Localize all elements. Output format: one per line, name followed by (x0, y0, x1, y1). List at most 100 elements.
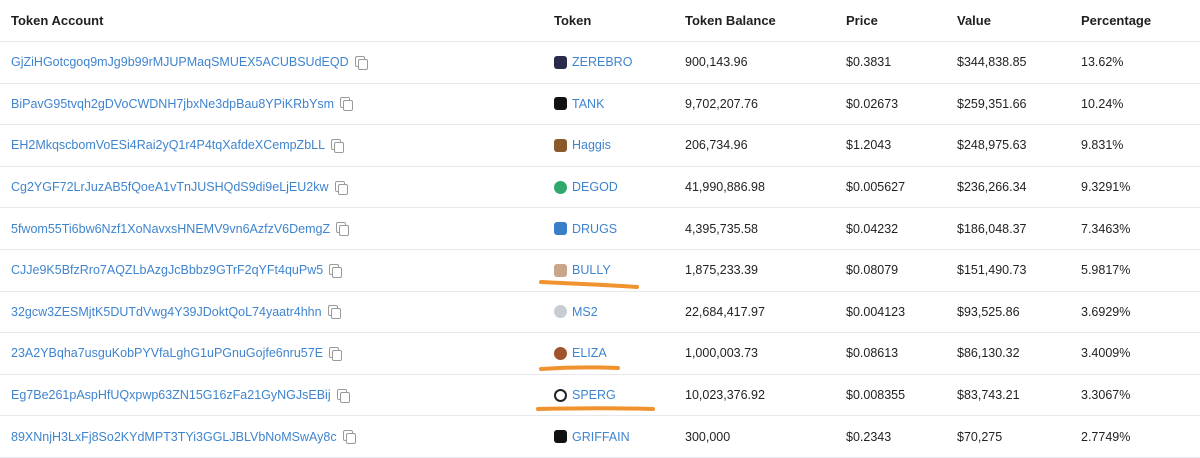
table-body: GjZiHGotcgoq9mJg9b99rMJUPMaqSMUEX5ACUBSU… (0, 42, 1200, 458)
copy-icon[interactable] (354, 55, 368, 70)
token-account-link[interactable]: BiPavG95tvqh2gDVoCWDNH7jbxNe3dpBau8YPiKR… (11, 97, 334, 111)
usd-value: $186,048.37 (957, 221, 1027, 236)
usd-value: $86,130.32 (957, 346, 1020, 361)
drugs-icon (554, 222, 567, 236)
price-value: $0.08079 (846, 263, 899, 278)
usd-value: $259,351.66 (957, 96, 1027, 111)
percentage-value: 3.4009% (1081, 346, 1131, 361)
bully-icon (554, 263, 567, 277)
token-balance: 10,023,376.92 (685, 388, 765, 403)
price-value: $0.02673 (846, 96, 899, 111)
copy-icon[interactable] (340, 97, 354, 112)
percentage-value: 13.62% (1081, 55, 1124, 70)
ms2-icon (554, 305, 567, 319)
griffain-icon (554, 430, 567, 444)
header-token-balance: Token Balance (685, 13, 776, 28)
copy-icon[interactable] (342, 430, 356, 445)
token-link[interactable]: BULLY (572, 263, 611, 277)
price-value: $0.004123 (846, 304, 906, 319)
usd-value: $70,275 (957, 429, 1003, 444)
token-account-link[interactable]: GjZiHGotcgoq9mJg9b99rMJUPMaqSMUEX5ACUBSU… (11, 55, 349, 69)
token-account-link[interactable]: 5fwom55Ti6bw6Nzf1XoNavxsHNEMV9vn6AzfzV6D… (11, 222, 330, 236)
tank-icon (554, 97, 567, 111)
table-row: CJJe9K5BfzRro7AQZLbAzgJcBbbz9GTrF2qYFt4q… (0, 250, 1200, 292)
table-row: BiPavG95tvqh2gDVoCWDNH7jbxNe3dpBau8YPiKR… (0, 84, 1200, 126)
token-cell: Haggis (554, 125, 611, 166)
token-link[interactable]: GRIFFAIN (572, 430, 630, 444)
copy-icon[interactable] (327, 305, 341, 320)
token-cell: DEGOD (554, 167, 618, 208)
copy-icon[interactable] (331, 138, 345, 153)
price-value: $0.005627 (846, 180, 906, 195)
token-account-link[interactable]: Eg7Be261pAspHfUQxpwp63ZN15G16zFa21GyNGJs… (11, 388, 331, 402)
haggis-icon (554, 138, 567, 152)
table-row: 5fwom55Ti6bw6Nzf1XoNavxsHNEMV9vn6AzfzV6D… (0, 208, 1200, 250)
token-account-link[interactable]: CJJe9K5BfzRro7AQZLbAzgJcBbbz9GTrF2qYFt4q… (11, 263, 323, 277)
table-row: 89XNnjH3LxFj8So2KYdMPT3TYi3GGLJBLVbNoMSw… (0, 416, 1200, 458)
percentage-value: 7.3463% (1081, 221, 1131, 236)
token-balance: 41,990,886.98 (685, 180, 765, 195)
token-link[interactable]: MS2 (572, 305, 598, 319)
token-cell: GRIFFAIN (554, 416, 630, 457)
usd-value: $151,490.73 (957, 263, 1027, 278)
degod-icon (554, 180, 567, 194)
token-account-cell: BiPavG95tvqh2gDVoCWDNH7jbxNe3dpBau8YPiKR… (11, 84, 354, 125)
eliza-icon (554, 346, 567, 360)
token-account-cell: 89XNnjH3LxFj8So2KYdMPT3TYi3GGLJBLVbNoMSw… (11, 416, 356, 457)
token-balance: 1,875,233.39 (685, 263, 758, 278)
token-account-cell: 23A2YBqha7usguKobPYVfaLghG1uPGnuGojfe6nr… (11, 333, 343, 374)
header-price: Price (846, 13, 878, 28)
price-value: $0.08613 (846, 346, 899, 361)
token-account-cell: Eg7Be261pAspHfUQxpwp63ZN15G16zFa21GyNGJs… (11, 375, 350, 416)
copy-icon[interactable] (336, 388, 350, 403)
token-balance: 22,684,417.97 (685, 304, 765, 319)
price-value: $0.3831 (846, 55, 892, 70)
token-cell: ELIZA (554, 333, 607, 374)
sperg-icon (554, 388, 567, 402)
token-account-cell: CJJe9K5BfzRro7AQZLbAzgJcBbbz9GTrF2qYFt4q… (11, 250, 343, 291)
copy-icon[interactable] (329, 346, 343, 361)
token-link[interactable]: DRUGS (572, 222, 617, 236)
token-link[interactable]: TANK (572, 97, 604, 111)
usd-value: $248,975.63 (957, 138, 1027, 153)
table-row: 23A2YBqha7usguKobPYVfaLghG1uPGnuGojfe6nr… (0, 333, 1200, 375)
price-value: $1.2043 (846, 138, 892, 153)
usd-value: $344,838.85 (957, 55, 1027, 70)
table-row: Cg2YGF72LrJuzAB5fQoeA1vTnJUSHQdS9di9eLjE… (0, 167, 1200, 209)
header-token: Token (554, 13, 592, 28)
token-account-link[interactable]: Cg2YGF72LrJuzAB5fQoeA1vTnJUSHQdS9di9eLjE… (11, 180, 329, 194)
copy-icon[interactable] (334, 180, 348, 195)
token-balance: 300,000 (685, 429, 731, 444)
table-row: 32gcw3ZESMjtK5DUTdVwg4Y39JDoktQoL74yaatr… (0, 292, 1200, 334)
token-account-link[interactable]: 89XNnjH3LxFj8So2KYdMPT3TYi3GGLJBLVbNoMSw… (11, 430, 337, 444)
token-account-link[interactable]: 32gcw3ZESMjtK5DUTdVwg4Y39JDoktQoL74yaatr… (11, 305, 322, 319)
token-cell: TANK (554, 84, 604, 125)
token-link[interactable]: ZEREBRO (572, 55, 632, 69)
percentage-value: 3.6929% (1081, 304, 1131, 319)
usd-value: $93,525.86 (957, 304, 1020, 319)
price-value: $0.2343 (846, 429, 892, 444)
token-link[interactable]: DEGOD (572, 180, 618, 194)
price-value: $0.04232 (846, 221, 899, 236)
percentage-value: 9.831% (1081, 138, 1124, 153)
header-percentage: Percentage (1081, 13, 1152, 28)
copy-icon[interactable] (329, 263, 343, 278)
token-link[interactable]: SPERG (572, 388, 616, 402)
token-cell: BULLY (554, 250, 611, 291)
header-value: Value (957, 13, 991, 28)
token-cell: MS2 (554, 292, 598, 333)
token-account-cell: GjZiHGotcgoq9mJg9b99rMJUPMaqSMUEX5ACUBSU… (11, 42, 368, 83)
token-account-link[interactable]: EH2MkqscbomVoESi4Rai2yQ1r4P4tqXafdeXCemp… (11, 138, 325, 152)
token-cell: SPERG (554, 375, 616, 416)
token-account-link[interactable]: 23A2YBqha7usguKobPYVfaLghG1uPGnuGojfe6nr… (11, 346, 323, 360)
header-token-account: Token Account (11, 13, 104, 28)
table-row: Eg7Be261pAspHfUQxpwp63ZN15G16zFa21GyNGJs… (0, 375, 1200, 417)
copy-icon[interactable] (336, 222, 350, 237)
token-account-cell: Cg2YGF72LrJuzAB5fQoeA1vTnJUSHQdS9di9eLjE… (11, 167, 348, 208)
token-account-cell: EH2MkqscbomVoESi4Rai2yQ1r4P4tqXafdeXCemp… (11, 125, 345, 166)
token-holdings-table: Token Account Token Token Balance Price … (0, 0, 1200, 458)
token-link[interactable]: ELIZA (572, 346, 607, 360)
token-balance: 1,000,003.73 (685, 346, 758, 361)
token-link[interactable]: Haggis (572, 138, 611, 152)
usd-value: $83,743.21 (957, 388, 1020, 403)
